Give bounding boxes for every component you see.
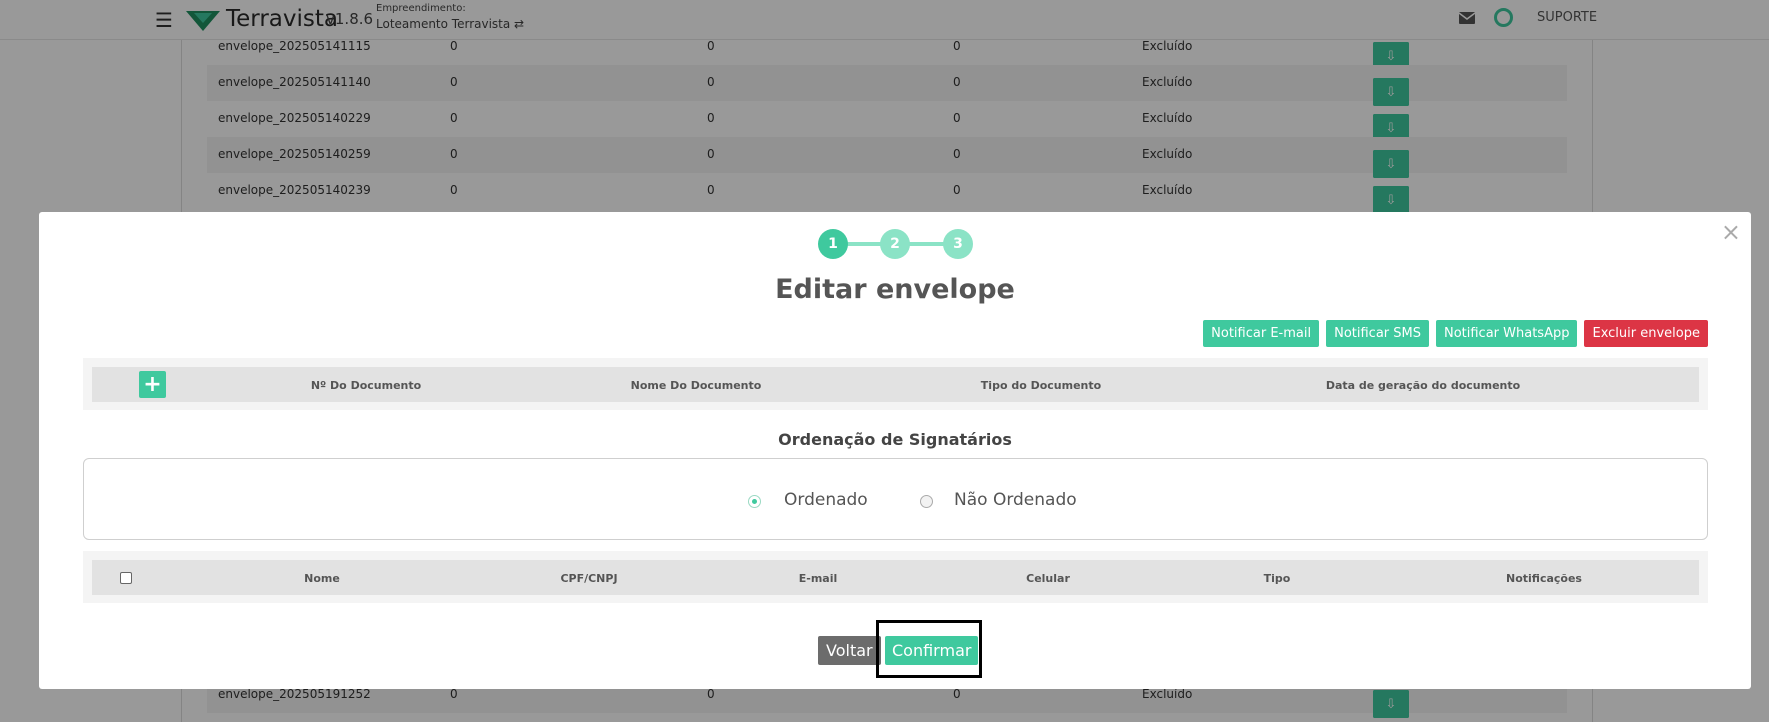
column-header-cpf-cnpj[interactable]: CPF/CNPJ <box>560 572 617 585</box>
column-header-doc-date[interactable]: Data de geração do documento <box>1326 379 1520 392</box>
column-header-doc-type[interactable]: Tipo do Documento <box>981 379 1101 392</box>
notify-email-button[interactable]: Notificar E-mail <box>1203 320 1320 347</box>
radio-nao-ordenado-label[interactable]: Não Ordenado <box>954 490 1077 510</box>
step-2[interactable]: 2 <box>880 229 910 259</box>
step-1[interactable]: 1 <box>818 229 848 259</box>
close-icon[interactable]: × <box>1721 220 1741 244</box>
column-header-email[interactable]: E-mail <box>799 572 838 585</box>
column-header-tipo[interactable]: Tipo <box>1264 572 1291 585</box>
documents-table-header: + Nº Do Documento Nome Do Documento Tipo… <box>92 367 1699 402</box>
delete-envelope-button[interactable]: Excluir envelope <box>1584 320 1708 347</box>
highlight-box <box>876 620 982 678</box>
signers-ordering-box: Ordenado Não Ordenado <box>83 458 1708 540</box>
column-header-doc-number[interactable]: Nº Do Documento <box>311 379 421 392</box>
signers-ordering-title: Ordenação de Signatários <box>778 430 1012 449</box>
column-header-nome[interactable]: Nome <box>304 572 340 585</box>
edit-envelope-modal: × 1 2 3 Editar envelope Notificar E-mail… <box>39 212 1751 689</box>
notify-whatsapp-button[interactable]: Notificar WhatsApp <box>1435 320 1578 347</box>
back-button[interactable]: Voltar <box>818 636 881 665</box>
column-header-doc-name[interactable]: Nome Do Documento <box>631 379 762 392</box>
notify-sms-button[interactable]: Notificar SMS <box>1326 320 1429 347</box>
column-header-notificacoes[interactable]: Notificações <box>1506 572 1582 585</box>
modal-title: Editar envelope <box>775 274 1015 305</box>
documents-table: + Nº Do Documento Nome Do Documento Tipo… <box>83 358 1708 410</box>
wizard-stepper: 1 2 3 <box>818 229 973 259</box>
column-header-celular[interactable]: Celular <box>1026 572 1070 585</box>
signers-table: Nome CPF/CNPJ E-mail Celular Tipo Notifi… <box>83 551 1708 603</box>
radio-nao-ordenado[interactable] <box>920 495 933 508</box>
radio-ordenado[interactable] <box>748 495 761 508</box>
add-document-button[interactable]: + <box>139 371 166 398</box>
step-3[interactable]: 3 <box>943 229 973 259</box>
radio-ordenado-label[interactable]: Ordenado <box>784 490 868 510</box>
select-all-checkbox[interactable] <box>120 572 132 584</box>
signers-table-header: Nome CPF/CNPJ E-mail Celular Tipo Notifi… <box>92 560 1699 595</box>
envelope-actions: Notificar E-mail Notificar SMS Notificar… <box>1203 320 1708 347</box>
